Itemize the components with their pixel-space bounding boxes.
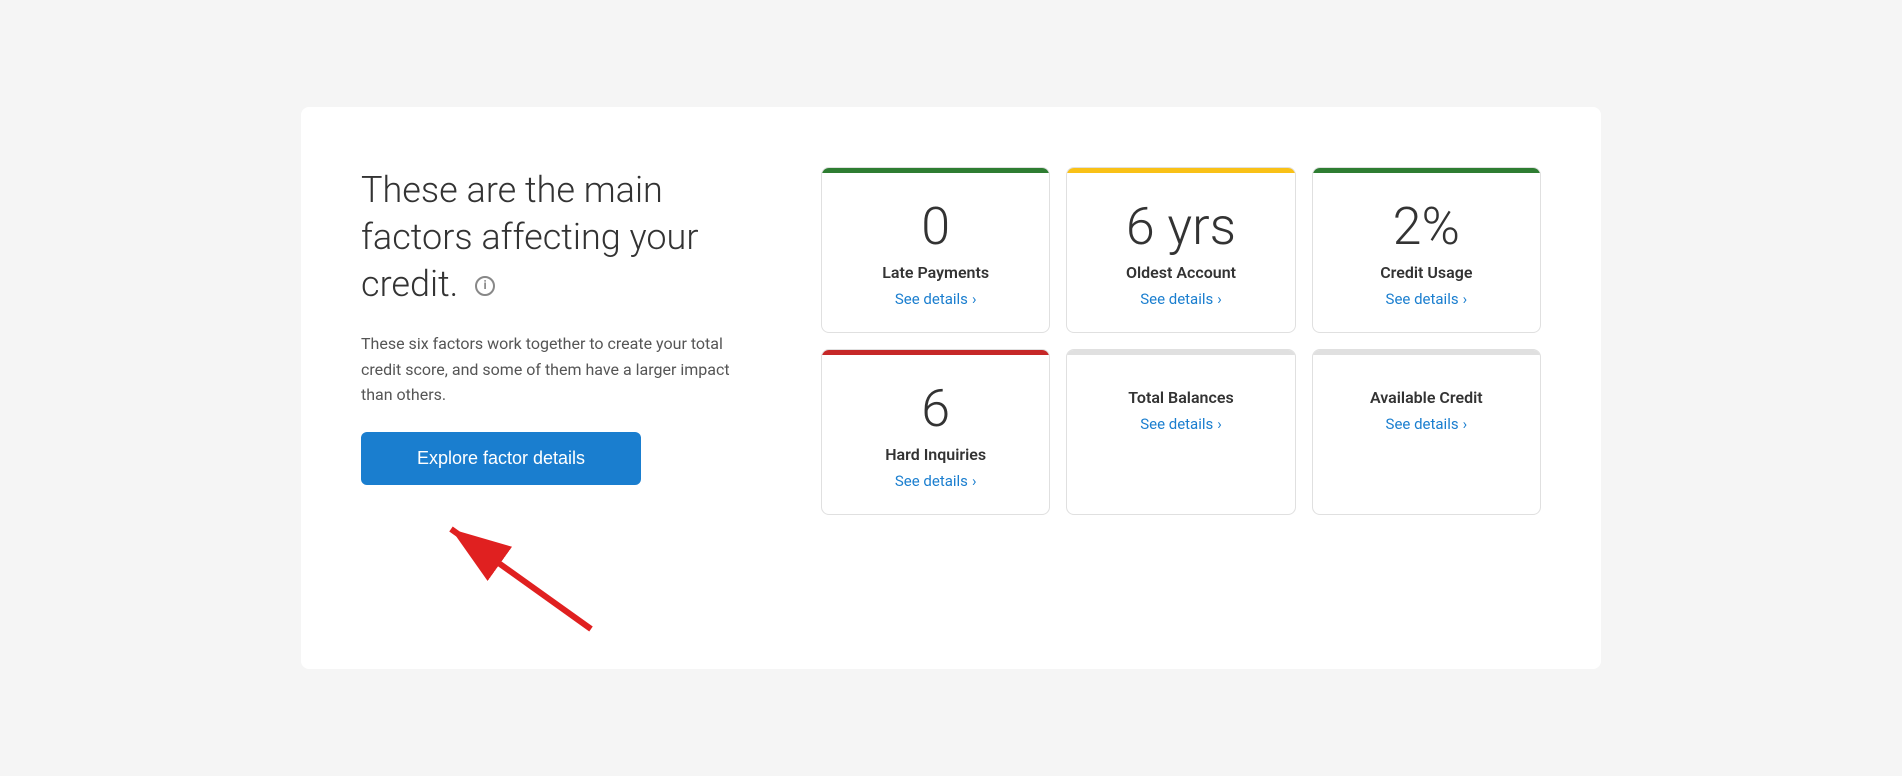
card-label-available-credit: Available Credit [1370,388,1483,407]
card-link-available-credit[interactable]: See details › [1386,415,1468,433]
card-label-oldest-account: Oldest Account [1126,263,1236,282]
red-arrow-icon [421,519,601,639]
main-container: These are the main factors affecting you… [301,107,1601,669]
card-link-late-payments[interactable]: See details › [895,290,977,308]
explore-factor-details-button[interactable]: Explore factor details [361,432,641,485]
card-value-late-payments: 0 [921,198,950,255]
card-label-total-balances: Total Balances [1128,388,1233,407]
info-icon[interactable]: i [475,276,495,296]
main-heading: These are the main factors affecting you… [361,167,741,307]
card-credit-usage: 2% Credit Usage See details › [1312,167,1541,333]
card-available-credit: Available Credit See details › [1312,349,1541,515]
chevron-right-icon: › [972,290,977,308]
card-label-credit-usage: Credit Usage [1380,263,1472,282]
card-label-hard-inquiries: Hard Inquiries [885,445,986,464]
card-link-total-balances[interactable]: See details › [1140,415,1222,433]
cards-grid: 0 Late Payments See details › 6 yrs Olde… [821,167,1541,515]
chevron-right-icon-2: › [1217,290,1222,308]
card-value-oldest-account: 6 yrs [1126,198,1236,255]
card-value-credit-usage: 2% [1393,198,1460,255]
card-total-balances: Total Balances See details › [1066,349,1295,515]
card-hard-inquiries: 6 Hard Inquiries See details › [821,349,1050,515]
heading-text: These are the main factors affecting you… [361,169,698,305]
card-label-late-payments: Late Payments [882,263,989,282]
card-value-hard-inquiries: 6 [921,380,950,437]
card-link-oldest-account[interactable]: See details › [1140,290,1222,308]
chevron-right-icon-4: › [972,472,977,490]
sub-text: These six factors work together to creat… [361,331,741,408]
card-late-payments: 0 Late Payments See details › [821,167,1050,333]
arrow-container [361,509,741,609]
card-link-credit-usage[interactable]: See details › [1386,290,1468,308]
chevron-right-icon-5: › [1217,415,1222,433]
chevron-right-icon-3: › [1463,290,1468,308]
chevron-right-icon-6: › [1463,415,1468,433]
left-panel: These are the main factors affecting you… [361,167,741,609]
card-link-hard-inquiries[interactable]: See details › [895,472,977,490]
card-oldest-account: 6 yrs Oldest Account See details › [1066,167,1295,333]
